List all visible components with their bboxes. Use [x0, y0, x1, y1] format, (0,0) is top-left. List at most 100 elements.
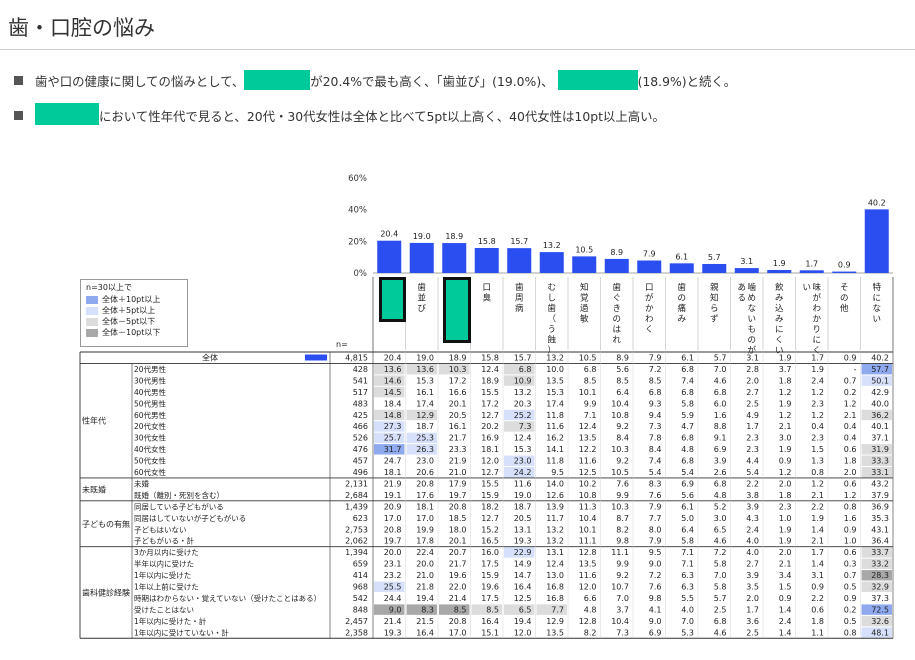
table-cell-value: 12.8 [579, 548, 597, 557]
table-cell-value: 1.2 [779, 468, 792, 477]
table-cell-value: 2.5 [746, 628, 759, 637]
table-cell-value: 12.6 [546, 491, 564, 500]
table-cell-value: 11.8 [546, 411, 564, 420]
table-cell-value: 17.8 [416, 537, 434, 546]
row-label: 全体 [202, 353, 218, 363]
category-label-char: 並 [417, 293, 426, 304]
bar [507, 248, 532, 273]
table-cell-value: 12.4 [481, 365, 499, 374]
table-cell-value: 0.6 [844, 479, 857, 488]
table-cell-value: 3.4 [779, 571, 792, 580]
redacted-category-label [443, 277, 471, 343]
table-cell-value: 15.5 [481, 388, 499, 397]
group-label: 子どもの有無 [82, 519, 130, 529]
table-cell-value: 8.5 [486, 605, 499, 614]
table-cell-value: 9.1 [714, 434, 727, 443]
bar-value-label: 5.7 [708, 253, 721, 262]
row-n-value: 496 [353, 468, 368, 477]
bar-value-label: 1.9 [773, 259, 786, 268]
bar [377, 240, 402, 273]
table-cell-value: 19.6 [481, 583, 499, 592]
table-cell-value: 9.5 [551, 468, 564, 477]
bar [474, 247, 499, 273]
table-cell-value: 40.1 [871, 422, 889, 431]
table-cell-value: 10.3 [449, 365, 467, 374]
table-cell-value: 5.6 [616, 365, 629, 374]
table-cell-value: 18.1 [384, 468, 402, 477]
table-cell-value: 2.7 [746, 388, 759, 397]
table-cell-value: 1.2 [779, 388, 792, 397]
row-label: 1年以内に受けた [134, 570, 191, 580]
category-label-char: 痛 [677, 303, 686, 314]
table-cell-value: 35.3 [871, 514, 889, 523]
table-cell-value: 26.3 [416, 445, 434, 454]
category-label-char: が [645, 293, 654, 304]
table-cell-value: 7.9 [649, 502, 662, 511]
table-cell-value: 16.2 [546, 434, 564, 443]
table-cell-value: 21.0 [416, 571, 434, 580]
table-cell-value: 1.7 [746, 422, 759, 431]
table-cell-value: 8.3 [649, 479, 662, 488]
table-cell-value: 17.2 [449, 376, 467, 385]
table-cell-value: 1.2 [844, 399, 857, 408]
table-cell-value: 10.4 [611, 399, 629, 408]
category-label-char: わ [645, 315, 654, 325]
table-cell-value: 13.6 [384, 365, 402, 374]
category-label-char: か [645, 304, 654, 314]
table-cell-value: 42.9 [871, 388, 889, 397]
table-cell-value: 10.5 [611, 468, 629, 477]
table-cell-value: 15.5 [481, 479, 499, 488]
table-cell-value: 5.8 [681, 537, 694, 546]
category-label-char: む [547, 283, 556, 293]
table-cell-value: 15.3 [514, 445, 532, 454]
table-cell-value: 36.9 [871, 502, 889, 511]
table-cell-value: 9.9 [584, 399, 597, 408]
table-cell-value: 2.3 [746, 445, 759, 454]
table-cell-value: 27.3 [384, 422, 402, 431]
row-n-value: 428 [353, 365, 368, 374]
table-cell-value: 13.2 [514, 388, 532, 397]
table-cell-value: 2.5 [714, 605, 727, 614]
table-cell-value: 14.0 [546, 479, 564, 488]
category-label-char: ら [710, 304, 719, 314]
row-label: 20代男性 [134, 364, 167, 374]
category-label-char: 蝕 [547, 335, 556, 346]
table-cell-value: 3.8 [746, 491, 759, 500]
table-cell-value: 4.6 [714, 376, 727, 385]
row-n-value: 1,394 [345, 548, 368, 557]
bar [442, 243, 467, 273]
table-cell-value: 2.5 [746, 399, 759, 408]
table-cell-value: 2.3 [811, 399, 824, 408]
table-cell-value: 6.8 [584, 365, 597, 374]
table-cell-value: 50.1 [871, 376, 889, 385]
row-label: 50代女性 [134, 456, 167, 466]
category-label-char: い [747, 315, 756, 325]
y-tick-label: 0% [354, 269, 368, 279]
table-cell-value: 1.9 [779, 354, 792, 363]
table-cell-value: 7.0 [714, 571, 727, 580]
table-cell-value: 15.8 [481, 354, 499, 363]
row-n-value: 2,131 [345, 479, 368, 488]
table-cell-value: 3.7 [616, 605, 629, 614]
table-cell-value: 7.2 [649, 365, 662, 374]
table-cell-value: 7.1 [681, 548, 694, 557]
table-cell-value: 25.5 [384, 583, 402, 592]
table-cell-value: 18.7 [514, 502, 532, 511]
row-n-value: 968 [353, 583, 368, 592]
table-cell-value: 8.5 [649, 376, 662, 385]
category-label-char: （ [547, 314, 556, 325]
table-cell-value: 4.9 [746, 411, 759, 420]
table-cell-value: 21.4 [384, 617, 402, 626]
table-cell-value: 14.7 [514, 571, 532, 580]
table-cell-value: 2.2 [811, 502, 824, 511]
table-cell-value: 20.5 [514, 514, 532, 523]
table-cell-value: 18.9 [449, 354, 467, 363]
table-cell-value: 16.5 [481, 537, 499, 546]
table-cell-value: 2.0 [746, 594, 759, 603]
table-cell-value: 4.0 [681, 605, 694, 614]
bar [864, 209, 889, 273]
category-label-char: 知 [580, 282, 589, 293]
table-cell-value: 25.3 [416, 434, 434, 443]
table-cell-value: 0.4 [844, 422, 857, 431]
category-label-char: に [812, 336, 821, 346]
